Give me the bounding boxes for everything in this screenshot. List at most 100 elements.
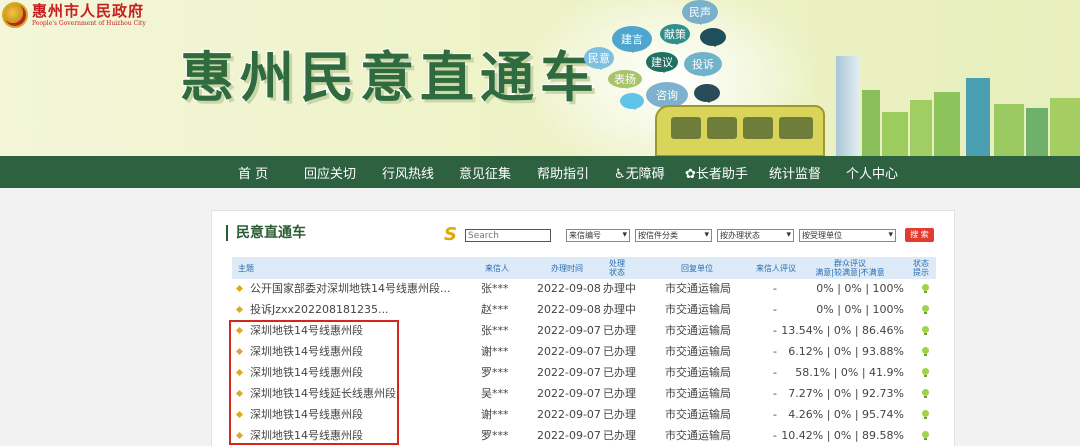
skyline-tower-8 [1050,98,1080,156]
status-bulb-icon [922,389,929,398]
row-sender: 张*** [481,324,509,337]
nav-opinion[interactable]: 意见征集 [459,163,511,182]
skyline-tower-7 [1026,108,1048,156]
row-status: 已办理 [603,345,636,358]
row-rating: - [773,408,777,421]
nav-help[interactable]: 帮助指引 [537,163,589,182]
filter-category[interactable]: 按信件分类 [635,229,712,242]
row-status: 已办理 [603,387,636,400]
row-unit: 市交通运输局 [665,408,731,421]
row-rating: - [773,387,777,400]
skyline-tower-6 [994,104,1024,156]
row-unit: 市交通运输局 [665,429,731,442]
row-status: 已办理 [603,429,636,442]
row-date: 2022-09-07 [537,366,601,379]
bubble-minsheng: 民声 [682,0,718,25]
bubble-blank-3 [694,84,720,103]
row-status: 办理中 [603,282,636,295]
row-rating: - [773,282,777,295]
row-public: 58.1% | 0% | 41.9% [795,366,904,379]
table-header: 主题 来信人 办理时间 处理状态 回复单位 来信人评议 群众评议 满意|较满意|… [232,257,936,279]
col-state-hint: 状态提示 [913,259,929,277]
col-public-rating: 群众评议 满意|较满意|不满意 [815,259,885,277]
row-sender: 谢*** [481,345,509,358]
row-unit: 市交通运输局 [665,282,731,295]
row-date: 2022-09-07 [537,408,601,421]
row-sender: 谢*** [481,408,509,421]
bullet-icon [235,305,244,314]
status-bulb-icon [922,347,929,356]
row-rating: - [773,366,777,379]
panel-title: 民意直通车 [226,225,306,241]
bubble-jianyi: 建议 [646,52,678,73]
bullet-icon [235,284,244,293]
banner-title: 惠州民意直通车 [179,44,600,110]
bubble-blank-1 [700,28,726,47]
filter-status[interactable]: 按办理状态 [717,229,794,242]
search-logo-icon: S [444,224,457,245]
status-bulb-icon [922,368,929,377]
row-public: 0% | 0% | 100% [816,303,904,316]
search-button[interactable]: 搜 索 [905,228,934,242]
table-row[interactable]: 公开国家部委对深圳地铁14号线惠州段... 张*** 2022-09-08 办理… [232,278,936,299]
skyline-church [966,78,990,156]
row-status: 已办理 [603,408,636,421]
row-public: 0% | 0% | 100% [816,282,904,295]
row-rating: - [773,429,777,442]
nav-hotline[interactable]: 行风热线 [382,163,434,182]
row-date: 2022-09-07 [537,345,601,358]
logo-chinese: 惠州市人民政府 [32,2,145,20]
col-unit: 回复单位 [681,263,713,273]
bubble-jianyan: 建言 [612,26,652,53]
search-input[interactable] [465,229,551,242]
row-sender: 罗*** [481,429,509,442]
row-public: 7.27% | 0% | 92.73% [788,387,904,400]
row-status: 已办理 [603,324,636,337]
nav-accessibility[interactable]: ♿无障碍 [614,163,665,182]
col-status: 处理状态 [609,259,625,277]
skyline-tower-5 [934,92,960,156]
logo-text: 惠州市人民政府 People's Government of Huizhou C… [32,2,146,28]
site-logo[interactable]: 惠州市人民政府 People's Government of Huizhou C… [2,2,146,28]
row-public: 6.12% | 0% | 93.88% [788,345,904,358]
status-bulb-icon [922,326,929,335]
row-unit: 市交通运输局 [665,324,731,337]
row-sender: 张*** [481,282,509,295]
row-subject[interactable]: 投诉Jzxx202208181235... [250,299,389,320]
nav-elderly[interactable]: ✿长者助手 [685,163,748,182]
nav-home[interactable]: 首 页 [238,163,268,182]
row-public: 10.42% | 0% | 89.58% [781,429,904,442]
col-sender: 来信人 [485,263,509,273]
filter-unit[interactable]: 按受理单位 [799,229,896,242]
main-nav: 首 页 回应关切 行风热线 意见征集 帮助指引 ♿无障碍 ✿长者助手 统计监督 … [0,156,1080,188]
nav-statistics[interactable]: 统计监督 [769,163,821,182]
nav-elderly-label: 长者助手 [695,167,748,182]
row-subject[interactable]: 公开国家部委对深圳地铁14号线惠州段... [250,278,451,299]
bubble-minyi: 民意 [584,47,614,70]
filter-letter-number[interactable]: 来信编号 [566,229,630,242]
nav-response[interactable]: 回应关切 [304,163,356,182]
highlight-box [229,320,399,445]
row-status: 已办理 [603,366,636,379]
elderly-icon: ✿ [685,167,696,182]
skyline-tower-4 [910,100,932,156]
national-emblem-icon [2,2,28,28]
table-row[interactable]: 投诉Jzxx202208181235... 赵*** 2022-09-08 办理… [232,299,936,320]
row-date: 2022-09-08 [537,282,601,295]
status-bulb-icon [922,305,929,314]
bus-illustration [655,105,825,156]
row-date: 2022-09-07 [537,429,601,442]
status-bulb-icon [922,431,929,440]
status-bulb-icon [922,284,929,293]
row-unit: 市交通运输局 [665,366,731,379]
row-unit: 市交通运输局 [665,387,731,400]
nav-user-center[interactable]: 个人中心 [846,163,898,182]
row-sender: 赵*** [481,303,509,316]
row-public: 4.26% | 0% | 95.74% [788,408,904,421]
row-unit: 市交通运输局 [665,303,731,316]
skyline-tower-1 [836,56,860,156]
row-date: 2022-09-07 [537,324,601,337]
row-status: 办理中 [603,303,636,316]
row-date: 2022-09-08 [537,303,601,316]
row-unit: 市交通运输局 [665,345,731,358]
